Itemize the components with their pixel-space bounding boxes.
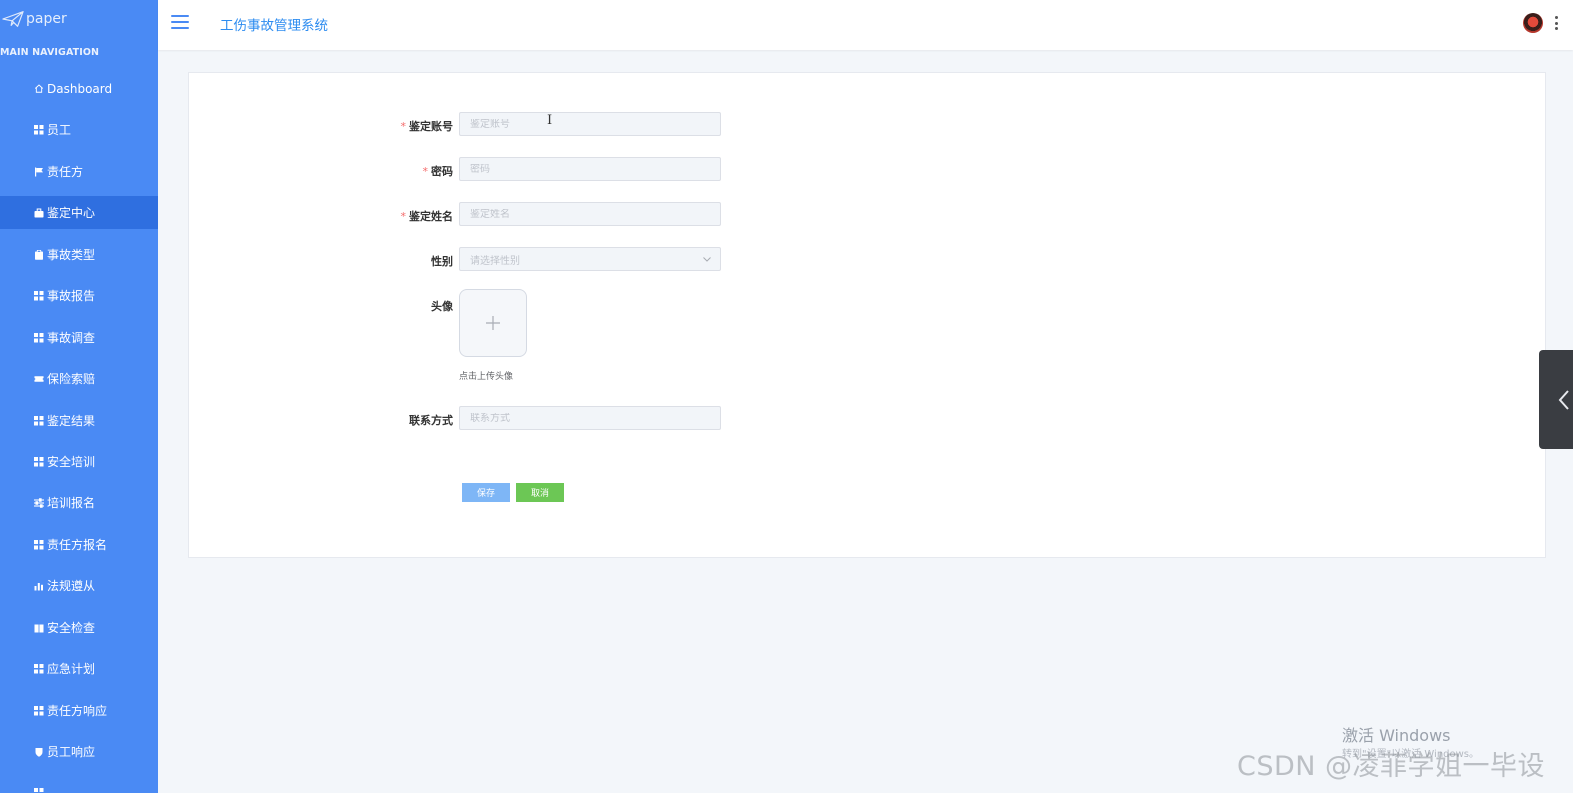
sidebar-item-more[interactable] (0, 776, 158, 793)
more-vertical-icon[interactable] (1555, 15, 1559, 31)
sidebar-item-label: 员工响应 (47, 745, 96, 759)
gender-placeholder: 请选择性别 (470, 255, 520, 267)
account-label: * 鉴定账号 (400, 120, 454, 133)
sidebar-item-label: 应急计划 (47, 662, 96, 676)
password-label: * 密码 (422, 165, 454, 178)
sidebar-item-appraisal-result[interactable]: 鉴定结果 (0, 404, 158, 437)
flag-icon (34, 167, 44, 177)
gender-label: 性别 (431, 255, 453, 268)
sidebar-item-label: 责任方响应 (47, 704, 108, 718)
sidebar-item-label: 事故类型 (47, 248, 96, 262)
paper-plane-icon (2, 11, 24, 27)
top-header: 工伤事故管理系统 (158, 0, 1573, 50)
form-card (188, 72, 1546, 558)
name-field[interactable] (459, 202, 721, 226)
avatar-upload[interactable] (459, 289, 527, 357)
contact-label: 联系方式 (409, 414, 453, 427)
sidebar-item-label: 培训报名 (47, 496, 96, 510)
logo: paper (2, 8, 67, 30)
grid-icon (34, 787, 44, 793)
plus-icon (486, 316, 500, 330)
contact-input[interactable] (470, 412, 720, 424)
grid-icon (34, 663, 44, 674)
shield-icon (34, 747, 44, 757)
sliders-icon (34, 497, 44, 508)
sidebar-item-training-signup[interactable]: 培训报名 (0, 486, 158, 519)
sidebar-item-insurance-claim[interactable]: 保险索赔 (0, 362, 158, 395)
required-mark: * (400, 210, 407, 223)
password-input[interactable] (470, 163, 720, 175)
sidebar-item-label: Dashboard (47, 81, 113, 96)
sidebar-item-safety-training[interactable]: 安全培训 (0, 445, 158, 478)
sidebar-item-label: 责任方 (47, 165, 84, 179)
contact-field[interactable] (459, 406, 721, 430)
windows-activation-title: 激活 Windows (1342, 726, 1451, 745)
account-field[interactable] (459, 112, 721, 136)
required-mark: * (400, 120, 407, 133)
grid-icon (34, 705, 44, 716)
avatar-upload-hint: 点击上传头像 (459, 372, 514, 382)
bar-chart-icon (34, 581, 44, 591)
grid-icon (34, 124, 44, 135)
text-cursor-icon: I (547, 113, 553, 128)
save-button[interactable]: 保存 (462, 483, 510, 502)
sidebar-item-responsible-party[interactable]: 责任方 (0, 155, 158, 188)
sidebar-item-dashboard[interactable]: Dashboard (0, 72, 158, 105)
sidebar-item-label: 法规遵从 (47, 579, 96, 593)
sidebar-item-label: 员工 (47, 123, 72, 137)
grid-icon (34, 539, 44, 550)
cancel-button[interactable]: 取消 (516, 483, 564, 502)
sidebar-item-accident-report[interactable]: 事故报告 (0, 279, 158, 312)
sidebar-item-party-response[interactable]: 责任方响应 (0, 694, 158, 727)
sidebar-item-safety-inspection[interactable]: 安全检查 (0, 611, 158, 644)
sidebar-item-emergency-plan[interactable]: 应急计划 (0, 652, 158, 685)
sidebar-item-label: 鉴定结果 (47, 414, 96, 428)
csdn-watermark: CSDN @凌菲学姐一毕设 (1237, 751, 1546, 782)
sidebar-item-label: 安全培训 (47, 455, 96, 469)
account-input[interactable] (470, 118, 720, 130)
sidebar-item-label: 责任方报名 (47, 538, 108, 552)
sidebar-item-accident-investigation[interactable]: 事故调查 (0, 321, 158, 354)
nav-section-title: MAIN NAVIGATION (0, 47, 100, 58)
grid-icon (34, 332, 44, 343)
name-input[interactable] (470, 208, 720, 220)
sidebar-item-label: 安全检查 (47, 621, 96, 635)
sidebar-item-label: 事故调查 (47, 331, 96, 345)
sidebar-item-accident-type[interactable]: 事故类型 (0, 238, 158, 271)
sidebar-item-compliance[interactable]: 法规遵从 (0, 569, 158, 602)
sidebar-item-label: 保险索赔 (47, 372, 96, 386)
menu-toggle-icon[interactable] (171, 15, 189, 29)
sidebar-item-appraisal-center[interactable]: 鉴定中心 (0, 196, 158, 229)
password-field[interactable] (459, 157, 721, 181)
required-mark: * (422, 165, 429, 178)
sidebar: paper MAIN NAVIGATION Dashboard 员工 责任方 鉴… (0, 0, 158, 793)
chevron-down-icon (703, 257, 711, 262)
home-icon (34, 84, 44, 94)
sidebar-item-label: 鉴定中心 (47, 206, 96, 220)
sidebar-item-party-signup[interactable]: 责任方报名 (0, 528, 158, 561)
book-icon (34, 623, 44, 633)
briefcase-icon (34, 208, 44, 218)
logo-text: paper (26, 11, 67, 27)
sidebar-item-label: 事故报告 (47, 289, 96, 303)
ticket-icon (34, 374, 44, 384)
user-avatar[interactable] (1523, 13, 1543, 33)
sidebar-item-employee-response[interactable]: 员工响应 (0, 735, 158, 768)
grid-icon (34, 290, 44, 301)
grid-icon (34, 456, 44, 467)
name-label: * 鉴定姓名 (400, 210, 454, 223)
sidebar-item-employees[interactable]: 员工 (0, 113, 158, 146)
drawer-toggle[interactable] (1539, 350, 1573, 449)
clipboard-icon (34, 249, 44, 260)
grid-icon (34, 415, 44, 426)
chevron-left-icon (1558, 389, 1569, 410)
avatar-label: 头像 (431, 300, 453, 313)
gender-select[interactable]: 请选择性别 (459, 247, 721, 271)
system-title: 工伤事故管理系统 (220, 18, 328, 34)
